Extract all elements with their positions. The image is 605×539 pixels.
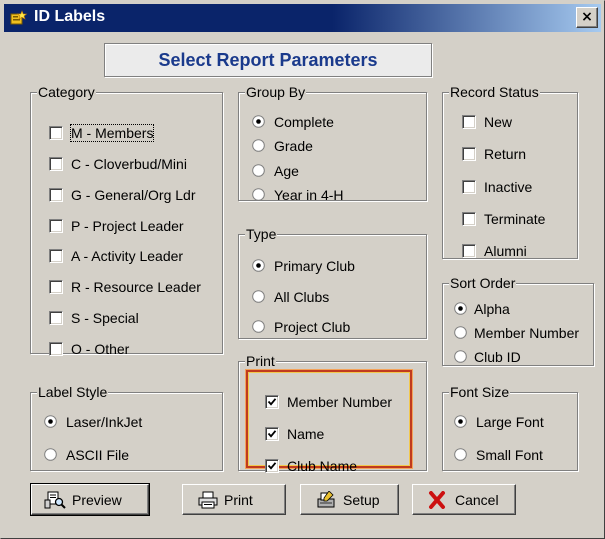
type-label: All Clubs [274,289,330,305]
category-label: R - Resource Leader [71,279,201,295]
category-label: C - Cloverbud/Mini [71,156,187,172]
radio[interactable] [454,448,467,461]
print-button-label: Print [224,492,253,508]
header-title: Select Report Parameters [158,50,378,70]
checkbox[interactable] [462,244,476,258]
close-button[interactable]: × [576,7,598,28]
print-label: Name [287,426,325,442]
group-by-label: Age [274,163,299,179]
radio[interactable] [252,320,265,333]
checkbox[interactable] [462,180,476,194]
record-status-label: Alumni [484,243,527,259]
type-label: Project Club [274,319,351,335]
font-size-group: Font Size Large Font Small Font [442,385,578,471]
checkbox[interactable] [49,126,63,140]
app-icon [10,10,28,26]
font-size-label: Large Font [476,414,544,430]
radio[interactable] [252,188,265,201]
font-size-legend: Font Size [449,384,511,400]
checkbox-checked[interactable] [265,427,279,441]
radio-selected[interactable] [252,115,265,128]
group-by-label: Grade [274,138,313,154]
setup-label: Setup [343,492,380,508]
radio[interactable] [454,326,467,339]
cancel-button[interactable]: Cancel [412,484,516,515]
checkbox[interactable] [49,311,63,325]
checkbox[interactable] [49,219,63,233]
sort-order-legend: Sort Order [449,275,517,291]
radio[interactable] [44,448,57,461]
category-label: M - Members [69,124,155,142]
window-title: ID Labels [34,8,106,25]
print-button[interactable]: Print [182,484,286,515]
record-status-label: Inactive [484,179,533,195]
print-label: Club Name [287,458,358,474]
group-by-label: Complete [274,114,334,130]
group-by-label: Year in 4-H [274,187,344,203]
sort-order-label: Club ID [474,349,521,365]
label-style-group: Label Style Laser/InkJet ASCII File [30,385,223,471]
checkbox[interactable] [462,212,476,226]
checkbox[interactable] [49,342,63,356]
preview-button[interactable]: Preview [30,483,150,516]
checkbox[interactable] [49,280,63,294]
checkbox-checked[interactable] [265,395,279,409]
group-by-legend: Group By [245,84,307,100]
report-parameters-header: Select Report Parameters [104,43,432,77]
record-status-label: Terminate [484,211,546,227]
cancel-label: Cancel [455,492,499,508]
preview-icon [44,491,66,509]
cancel-x-icon [427,491,449,509]
preview-label: Preview [72,492,122,508]
radio-selected[interactable] [44,415,57,428]
label-style-legend: Label Style [37,384,109,400]
checkbox[interactable] [462,115,476,129]
radio[interactable] [252,290,265,303]
checkbox[interactable] [49,188,63,202]
setup-button[interactable]: Setup [300,484,399,515]
radio-selected[interactable] [454,415,467,428]
setup-icon [315,490,337,509]
category-label: P - Project Leader [71,218,184,234]
print-group: Print Member Number Name Club Name [238,353,427,474]
radio-selected[interactable] [252,259,265,272]
sort-order-label: Alpha [474,301,510,317]
record-status-legend: Record Status [449,84,540,100]
type-group: Type Primary Club All Clubs Project Club [238,227,427,339]
print-label: Member Number [287,394,393,410]
id-labels-window: ID Labels × Select Report Parameters Cat… [0,0,605,539]
type-label: Primary Club [274,258,355,274]
checkbox[interactable] [49,157,63,171]
checkbox[interactable] [49,249,63,263]
radio-selected[interactable] [454,302,467,315]
radio[interactable] [454,350,467,363]
category-group: Category M - Members C - Cloverbud/Mini … [30,84,223,357]
sort-order-group: Sort Order Alpha Member Number Club ID [442,276,594,366]
printer-icon [197,491,219,509]
font-size-label: Small Font [476,447,543,463]
label-style-label: ASCII File [66,447,130,463]
record-status-label: Return [484,146,527,162]
record-status-group: Record Status New Return Inactive Termin… [442,85,578,259]
print-legend: Print [245,353,276,369]
checkbox-checked[interactable] [265,459,279,473]
group-by-group: Group By Complete Grade Age Year in 4-H [238,84,427,203]
category-legend: Category [37,84,96,100]
category-label: A - Activity Leader [71,248,184,264]
record-status-label: New [484,114,513,130]
category-label: S - Special [71,310,139,326]
title-bar[interactable]: ID Labels × [4,4,601,32]
radio[interactable] [252,164,265,177]
checkbox[interactable] [462,147,476,161]
type-legend: Type [245,226,278,242]
category-label: O - Other [71,341,130,357]
radio[interactable] [252,139,265,152]
label-style-label: Laser/InkJet [66,414,143,430]
close-icon: × [581,9,593,25]
category-label: G - General/Org Ldr [71,187,196,203]
sort-order-label: Member Number [474,325,580,341]
